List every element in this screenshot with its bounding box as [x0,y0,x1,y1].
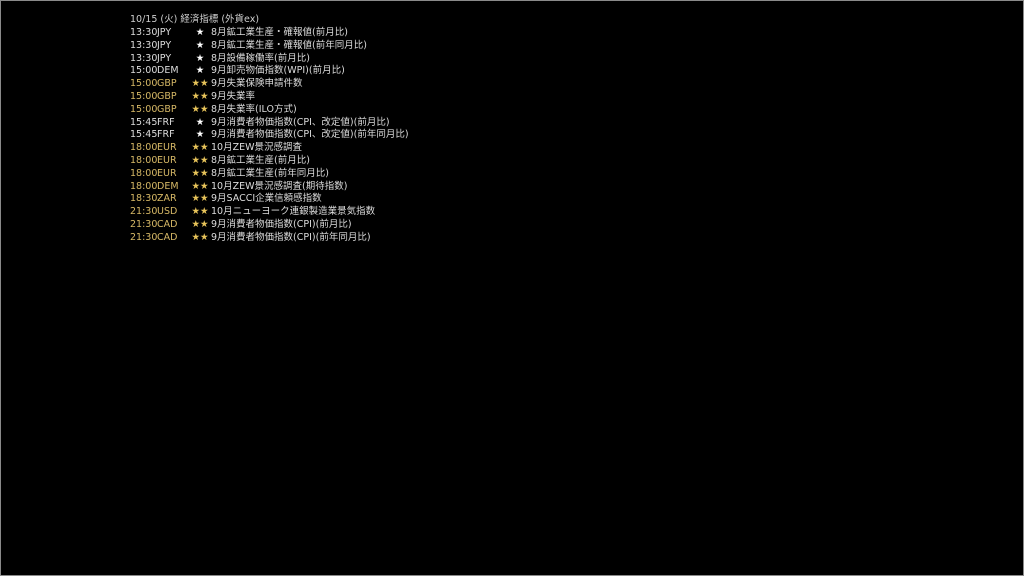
importance-star-icon: ★★ [191,206,209,218]
importance-star-icon: ★★ [191,218,209,230]
event-row: 13:30 JPY ★ 8月鉱工業生産・確報値(前年同月比) [130,40,409,53]
event-row: 21:30 USD ★★ 10月ニューヨーク連銀製造業景気指数 [130,206,409,219]
event-currency: GBP [157,78,177,90]
event-time: 21:30 [130,231,158,243]
event-currency: EUR [157,167,177,179]
event-name: 8月鉱工業生産・確報値(前年同月比) [211,39,367,51]
event-row: 18:00 DEM ★★ 10月ZEW景況感調査(期待指数) [130,181,409,194]
event-name: 9月SACCI企業信頼感指数 [211,193,322,205]
event-currency: CAD [157,218,178,230]
event-time: 13:30 [130,39,158,51]
event-currency: DEM [157,180,179,192]
event-name: 9月消費者物価指数(CPI、改定値)(前月比) [211,116,390,128]
event-name: 8月鉱工業生産(前年同月比) [211,167,329,179]
event-row: 13:30 JPY ★ 8月鉱工業生産・確報値(前月比) [130,27,409,40]
event-time: 18:00 [130,142,158,154]
event-currency: FRF [157,116,175,128]
event-row: 15:45 FRF ★ 9月消費者物価指数(CPI、改定値)(前年同月比) [130,129,409,142]
event-time: 18:00 [130,167,158,179]
calendar-title: 10/15 (火) 経済指標 (外貨ex) [130,14,260,25]
event-name: 8月鉱工業生産・確報値(前月比) [211,27,348,38]
event-row: 15:45 FRF ★ 9月消費者物価指数(CPI、改定値)(前月比) [130,117,409,130]
event-row: 13:30 JPY ★ 8月設備稼働率(前月比) [130,53,409,66]
event-currency: CAD [157,231,178,243]
window-frame: 10/15 (火) 経済指標 (外貨ex) 13:30 JPY ★ 8月鉱工業生産・確… [0,0,1024,576]
event-name: 8月設備稼働率(前月比) [211,52,310,64]
event-name: 8月失業率(ILO方式) [211,103,297,115]
importance-star-icon: ★★ [191,103,209,115]
event-time: 15:00 [130,78,158,90]
event-time: 21:30 [130,206,158,218]
event-time: 13:30 [130,52,158,64]
importance-star-icon: ★ [195,129,205,141]
event-currency: ZAR [157,193,177,205]
event-time: 15:45 [130,129,158,141]
importance-star-icon: ★ [195,27,205,38]
event-time: 15:45 [130,116,158,128]
event-currency: EUR [157,154,177,166]
importance-star-icon: ★★ [191,90,209,102]
event-name: 9月失業保険申請件数 [211,78,303,90]
event-row: 18:00 EUR ★★ 8月鉱工業生産(前年同月比) [130,168,409,181]
event-name: 10月ZEW景況感調査(期待指数) [211,180,348,192]
event-currency: EUR [157,142,177,154]
event-name: 9月消費者物価指数(CPI)(前年同月比) [211,231,371,243]
importance-star-icon: ★★ [191,167,209,179]
event-row: 18:30 ZAR ★★ 9月SACCI企業信頼感指数 [130,193,409,206]
importance-star-icon: ★★ [191,180,209,192]
event-time: 18:30 [130,193,158,205]
importance-star-icon: ★★ [191,193,209,205]
event-row: 15:00 GBP ★★ 9月失業保険申請件数 [130,78,409,91]
event-row: 15:00 DEM ★ 9月卸売物価指数(WPI)(前月比) [130,65,409,78]
event-list: 13:30 JPY ★ 8月鉱工業生産・確報値(前月比) 13:30 JPY ★ 8月鉱工業生… [130,27,409,245]
importance-star-icon: ★★ [191,231,209,243]
event-time: 13:30 [130,27,158,38]
importance-star-icon: ★★ [191,154,209,166]
event-row: 18:00 EUR ★★ 10月ZEW景況感調査 [130,142,409,155]
event-time: 15:00 [130,65,158,77]
event-name: 9月卸売物価指数(WPI)(前月比) [211,65,345,77]
event-time: 18:00 [130,154,158,166]
importance-star-icon: ★★ [191,142,209,154]
importance-star-icon: ★ [195,116,205,128]
event-currency: JPY [157,27,172,38]
event-name: 10月ニューヨーク連銀製造業景気指数 [211,206,376,218]
event-name: 8月鉱工業生産(前月比) [211,154,310,166]
importance-star-icon: ★ [195,39,205,51]
importance-star-icon: ★ [195,52,205,64]
event-name: 9月消費者物価指数(CPI、改定値)(前年同月比) [211,129,409,141]
event-row: 21:30 CAD ★★ 9月消費者物価指数(CPI)(前年同月比) [130,232,409,245]
event-time: 15:00 [130,90,158,102]
event-time: 18:00 [130,180,158,192]
event-time: 21:30 [130,218,158,230]
event-row: 18:00 EUR ★★ 8月鉱工業生産(前月比) [130,155,409,168]
event-name: 9月消費者物価指数(CPI)(前月比) [211,218,352,230]
importance-star-icon: ★★ [191,78,209,90]
event-currency: GBP [157,103,177,115]
event-currency: DEM [157,65,179,77]
event-row: 15:00 GBP ★★ 9月失業率 [130,91,409,104]
importance-star-icon: ★ [195,65,205,77]
event-name: 9月失業率 [211,90,256,102]
event-row: 15:00 GBP ★★ 8月失業率(ILO方式) [130,104,409,117]
event-currency: USD [157,206,178,218]
event-currency: FRF [157,129,175,141]
economic-calendar-panel: 10/15 (火) 経済指標 (外貨ex) 13:30 JPY ★ 8月鉱工業生産・確… [130,14,409,245]
event-name: 10月ZEW景況感調査 [211,142,302,154]
event-currency: JPY [157,52,172,64]
event-currency: GBP [157,90,177,102]
event-time: 15:00 [130,103,158,115]
event-row: 21:30 CAD ★★ 9月消費者物価指数(CPI)(前月比) [130,219,409,232]
event-currency: JPY [157,39,172,51]
